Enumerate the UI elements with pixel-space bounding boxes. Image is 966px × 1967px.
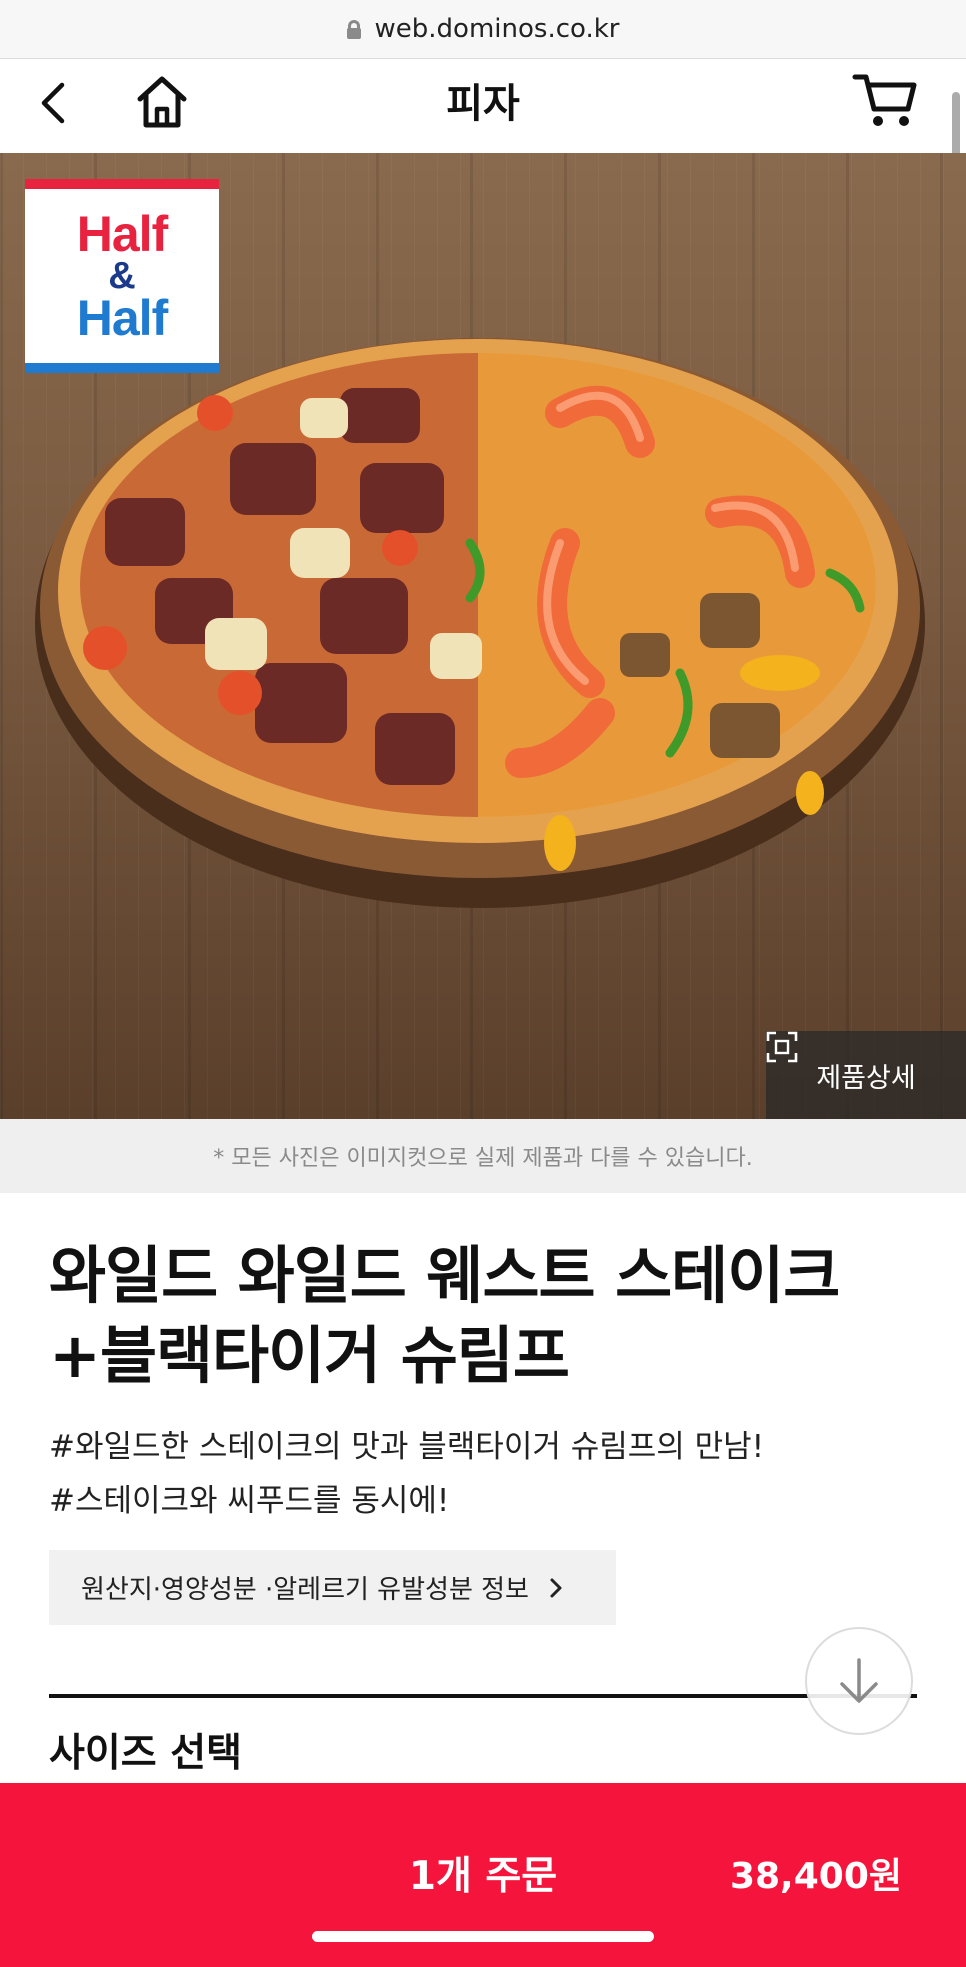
app-header: 피자: [0, 59, 966, 153]
page-title: 피자: [446, 81, 520, 127]
half-and-half-badge: Half & Half: [25, 179, 219, 373]
product-name-line2: +블랙타이거 슈림프: [49, 1319, 570, 1392]
product-desc-line1: #와일드한 스테이크의 맛과 블랙타이거 슈림프의 만남!: [49, 1429, 765, 1465]
size-section-title: 사이즈 선택: [49, 1731, 242, 1776]
product-desc-line2: #스테이크와 씨푸드를 동시에!: [49, 1483, 450, 1519]
image-disclaimer: * 모든 사진은 이미지컷으로 실제 제품과 다를 수 있습니다.: [0, 1119, 966, 1193]
scroll-down-button[interactable]: [805, 1627, 913, 1735]
browser-url-bar[interactable]: web.dominos.co.kr: [0, 0, 966, 59]
product-description: #와일드한 스테이크의 맛과 블랙타이거 슈림프의 만남! #스테이크와 씨푸드…: [49, 1420, 929, 1528]
arrow-down-icon: [840, 1658, 878, 1703]
zoom-frame-icon: [766, 1031, 798, 1063]
badge-line3: Half: [76, 290, 168, 346]
url-text: web.dominos.co.kr: [374, 14, 620, 44]
home-indicator[interactable]: [312, 1931, 654, 1942]
product-detail-button[interactable]: 제품상세: [766, 1031, 966, 1119]
product-detail-label: 제품상세: [816, 1062, 916, 1094]
section-divider: [49, 1694, 917, 1698]
nutrition-info-label: 원산지·영양성분 ·알레르기 유발성분 정보: [81, 1575, 529, 1605]
product-image: Half & Half 제품상세: [0, 153, 966, 1119]
product-name: 와일드 와일드 웨스트 스테이크 +블랙타이거 슈림프: [49, 1236, 929, 1396]
lock-icon: [346, 20, 361, 39]
chevron-right-icon: [550, 1578, 562, 1597]
nutrition-allergen-info-button[interactable]: 원산지·영양성분 ·알레르기 유발성분 정보: [49, 1550, 616, 1625]
cart-icon[interactable]: [852, 69, 918, 131]
product-name-line1: 와일드 와일드 웨스트 스테이크: [49, 1239, 840, 1312]
order-price: 38,400원: [729, 1856, 902, 1897]
badge-line1: Half: [76, 206, 168, 262]
